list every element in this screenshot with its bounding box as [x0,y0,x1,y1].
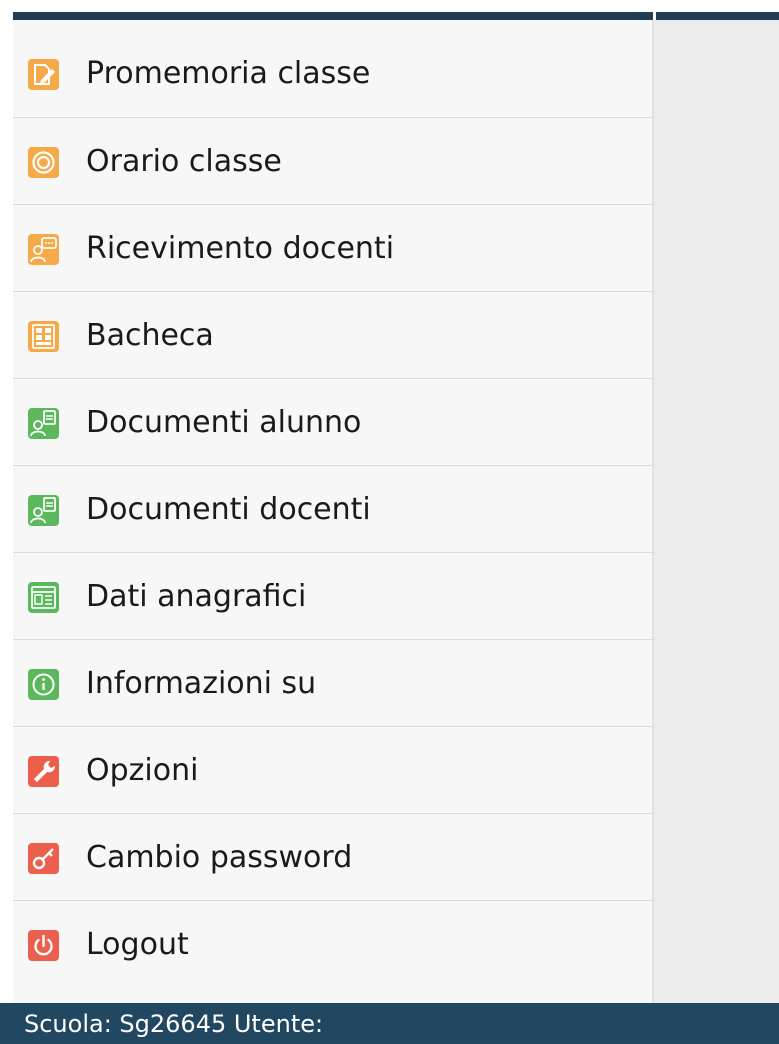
status-footer: Scuola: Sg26645 Utente: [0,1003,779,1044]
menu-item-documenti-alunno[interactable]: Documenti alunno [13,378,654,465]
menu-label: Dati anagrafici [86,579,307,614]
school-user-info: Scuola: Sg26645 Utente: [24,1010,324,1038]
note-edit-icon [28,59,59,90]
info-icon [28,669,59,700]
power-icon [28,930,59,961]
menu-label: Logout [86,927,189,962]
menu-item-cambio-password[interactable]: Cambio password [13,813,654,900]
key-icon [28,843,59,874]
menu-label: Informazioni su [86,666,317,701]
menu-list: Promemoria classe Orario classe Ricevime… [13,30,654,987]
speech-person-icon [28,234,59,265]
menu-label: Documenti alunno [86,405,362,440]
board-icon [28,321,59,352]
menu-label: Bacheca [86,318,214,353]
content-area [656,20,779,1003]
person-document-icon [28,408,59,439]
menu-item-orario-classe[interactable]: Orario classe [13,117,654,204]
top-bar [0,0,779,20]
menu-item-informazioni-su[interactable]: Informazioni su [13,639,654,726]
header-strip [13,12,779,20]
menu-item-dati-anagrafici[interactable]: Dati anagrafici [13,552,654,639]
menu-item-bacheca[interactable]: Bacheca [13,291,654,378]
sidebar-menu: Promemoria classe Orario classe Ricevime… [13,20,654,1003]
menu-item-ricevimento-docenti[interactable]: Ricevimento docenti [13,204,654,291]
menu-item-logout[interactable]: Logout [13,900,654,987]
menu-item-documenti-docenti[interactable]: Documenti docenti [13,465,654,552]
wrench-icon [28,756,59,787]
menu-label: Documenti docenti [86,492,371,527]
menu-label: Ricevimento docenti [86,231,395,266]
person-document-icon [28,495,59,526]
menu-label: Opzioni [86,753,199,788]
menu-label: Promemoria classe [86,56,371,91]
menu-item-opzioni[interactable]: Opzioni [13,726,654,813]
left-edge [0,20,13,1003]
menu-label: Cambio password [86,840,353,875]
header-divider [653,12,656,20]
menu-label: Orario classe [86,144,282,179]
target-icon [28,147,59,178]
id-card-icon [28,582,59,613]
menu-item-promemoria-classe[interactable]: Promemoria classe [13,30,654,117]
